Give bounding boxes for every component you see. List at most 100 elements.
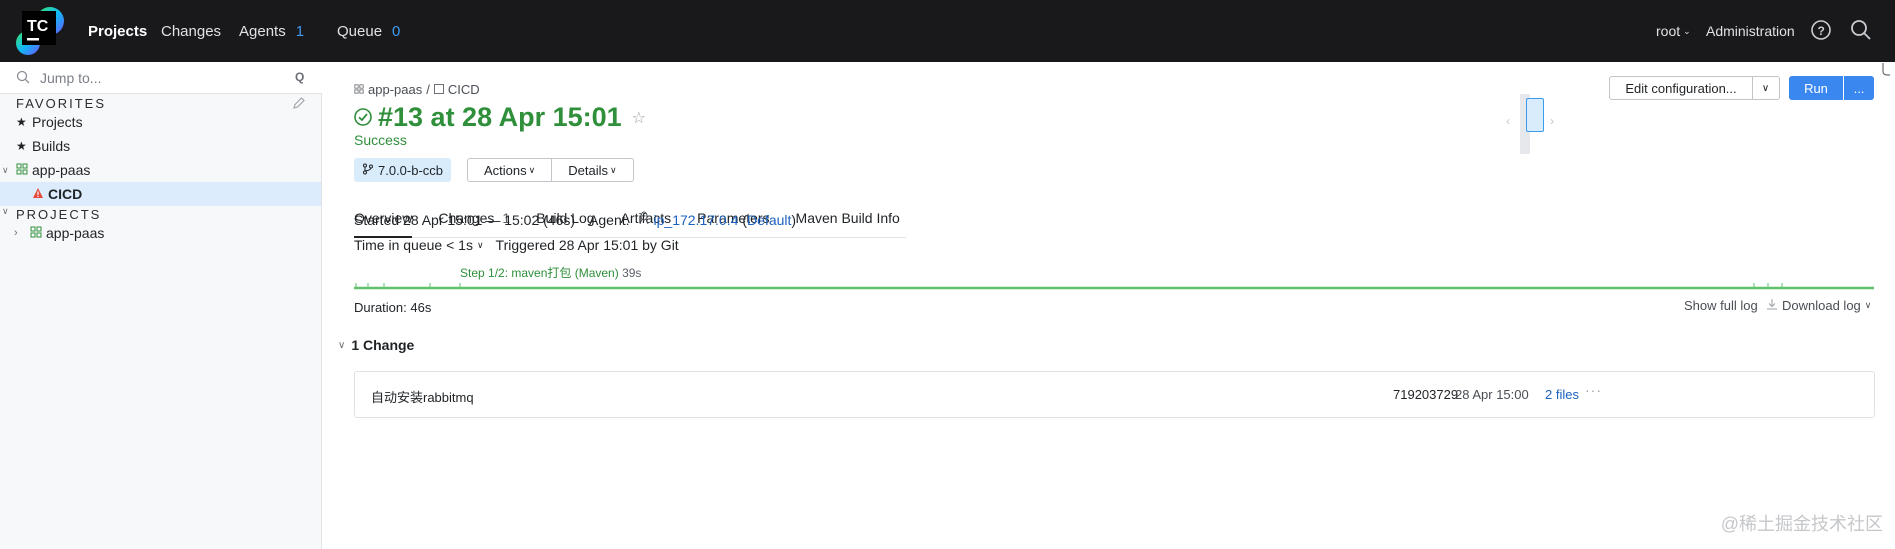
chevron-down-icon: ∨ <box>338 339 346 351</box>
chevron-down-icon: ⌄ <box>1683 25 1691 36</box>
branch-badge[interactable]: 7.0.0-b-ccb <box>354 158 452 182</box>
sidebar-item-label: app-paas <box>46 225 105 241</box>
edit-configuration-button[interactable]: Edit configuration... <box>1609 76 1753 100</box>
started-line: Started 28 Apr 15:01 — 15:02 (46s) Agent… <box>354 211 796 228</box>
agent-pool-link[interactable]: Default <box>747 212 791 228</box>
agent-link[interactable]: ip_172.17.0.4 <box>654 212 739 228</box>
nav-administration-label[interactable]: Administration <box>1706 23 1795 39</box>
queue-line: Time in queue < 1s ∨ Triggered 28 Apr 15… <box>354 237 679 253</box>
sidebar-item-label: app-paas <box>32 162 91 178</box>
step-name: Step 1/2: maven打包 (Maven) <box>460 266 619 280</box>
nav-projects[interactable]: Projects <box>88 0 147 62</box>
run-label: Run <box>1804 80 1828 96</box>
jump-to-search[interactable]: Q <box>0 62 322 94</box>
nav-projects-label[interactable]: Projects <box>88 23 147 40</box>
nav-changes[interactable]: Changes <box>161 0 221 62</box>
svg-text:?: ? <box>1818 24 1825 38</box>
run-custom-button[interactable]: ... <box>1844 76 1874 100</box>
sidebar-item-label: Builds <box>32 138 71 154</box>
nav-administration[interactable]: Administration <box>1706 0 1795 62</box>
tab-maven-build-info[interactable]: Maven Build Info <box>796 210 900 238</box>
chevron-down-icon: ∨ <box>528 164 536 175</box>
breadcrumb-config[interactable]: CICD <box>448 82 480 97</box>
breadcrumb-project[interactable]: app-paas <box>368 82 422 97</box>
project-icon <box>354 82 364 97</box>
linux-icon <box>638 211 650 228</box>
paren-close: ) <box>791 211 797 228</box>
more-options-icon[interactable]: ··· <box>1585 382 1602 398</box>
details-dropdown[interactable]: Details ∨ <box>551 159 632 181</box>
change-files-link[interactable]: 2 files <box>1545 387 1579 402</box>
success-check-icon <box>354 102 372 133</box>
change-comment: 自动安装rabbitmq <box>371 390 474 405</box>
show-full-log-label: Show full log <box>1684 298 1758 313</box>
changes-section-header[interactable]: ∨ 1 Change <box>338 337 414 353</box>
build-history-mini[interactable]: ‹ › <box>1506 94 1554 154</box>
logo-text: TC <box>27 18 49 35</box>
sidebar-item-label: Projects <box>32 114 83 130</box>
agents-count: 1 <box>295 22 305 40</box>
chevron-down-icon[interactable]: ∨ <box>2 206 9 217</box>
user-name[interactable]: root <box>1656 23 1680 39</box>
top-navigation-bar: TC Projects Changes Agents 1 Queue 0 roo… <box>0 0 1895 62</box>
sidebar-item-app-paas[interactable]: ∨ app-paas <box>0 158 321 182</box>
star-icon: ★ <box>16 139 27 153</box>
page-title: #13 at 28 Apr 15:01 <box>378 102 622 132</box>
user-menu[interactable]: root ⌄ <box>1656 0 1691 62</box>
teamcity-logo[interactable]: TC <box>14 5 66 57</box>
tab-label: Maven Build Info <box>795 210 900 226</box>
sidebar-item-builds[interactable]: ★ Builds <box>0 134 321 158</box>
build-overview: app-paas / CICD #13 at 28 Apr 15:01 ☆ Su… <box>322 62 1895 549</box>
download-log-link[interactable]: Download log ∨ <box>1766 298 1871 313</box>
build-timeline[interactable] <box>354 283 1874 291</box>
run-more-label: ... <box>1853 80 1865 96</box>
build-status: Success <box>354 132 407 148</box>
agent-label: Agent: <box>589 211 630 228</box>
edit-configuration-menu[interactable]: ∨ <box>1752 76 1780 100</box>
build-config-icon <box>433 82 444 97</box>
run-button[interactable]: Run <box>1789 76 1843 100</box>
download-log-label: Download log <box>1782 298 1861 313</box>
warning-icon <box>32 186 48 202</box>
breadcrumb: app-paas / CICD <box>354 82 480 97</box>
change-date: 28 Apr 15:00 <box>1455 387 1529 402</box>
star-outline-icon[interactable]: ☆ <box>632 108 646 128</box>
search-icon <box>16 70 30 89</box>
nav-queue-label[interactable]: Queue <box>337 23 382 40</box>
change-revision[interactable]: 719203729 <box>1393 387 1458 402</box>
build-duration: Duration: 46s <box>354 300 432 315</box>
nav-changes-label[interactable]: Changes <box>161 23 221 40</box>
actions-dropdown[interactable]: Actions ∨ <box>468 159 551 181</box>
chevron-down-icon[interactable]: ∨ <box>2 165 16 176</box>
jump-to-input[interactable] <box>40 68 280 88</box>
scroll-handle-icon[interactable] <box>1880 62 1892 76</box>
breadcrumb-separator: / <box>426 82 430 97</box>
changes-header-label: 1 Change <box>351 337 415 353</box>
change-list-item[interactable]: 自动安装rabbitmq 719203729 28 Apr 15:00 2 fi… <box>354 371 1875 418</box>
sidebar-project-app-paas[interactable]: › app-paas <box>0 221 321 245</box>
started-time: Started 28 Apr 15:01 — 15:02 (46s) <box>354 211 576 228</box>
help-icon[interactable]: ? <box>1809 18 1833 42</box>
show-full-log-link[interactable]: Show full log <box>1684 298 1758 313</box>
nav-agents-label[interactable]: Agents <box>239 23 286 40</box>
nav-queue[interactable]: Queue 0 <box>337 0 400 62</box>
project-icon <box>16 162 32 178</box>
chevron-right-icon[interactable]: › <box>1550 114 1554 128</box>
search-icon[interactable] <box>1849 18 1873 42</box>
nav-agents[interactable]: Agents 1 <box>239 0 304 62</box>
sidebar-item-cicd[interactable]: CICD <box>0 182 321 206</box>
chevron-down-icon: ∨ <box>476 239 484 250</box>
build-step-label[interactable]: Step 1/2: maven打包 (Maven) 39s <box>460 264 641 281</box>
queue-count: 0 <box>392 22 401 40</box>
sidebar: Q FAVORITES ★ Projects ★ Builds ∨ app-pa… <box>0 62 322 549</box>
queue-time[interactable]: Time in queue < 1s <box>354 237 473 253</box>
projects-heading: PROJECTS <box>16 207 102 222</box>
project-icon <box>30 225 46 241</box>
branch-name: 7.0.0-b-ccb <box>378 162 444 178</box>
build-actions-group: Actions ∨ Details ∨ <box>467 158 634 182</box>
chevron-down-icon: ∨ <box>1761 82 1770 94</box>
sidebar-item-projects[interactable]: ★ Projects <box>0 110 321 134</box>
chevron-right-icon[interactable]: › <box>14 227 30 239</box>
chevron-left-icon[interactable]: ‹ <box>1506 114 1510 128</box>
chevron-down-icon: ∨ <box>1864 300 1872 310</box>
